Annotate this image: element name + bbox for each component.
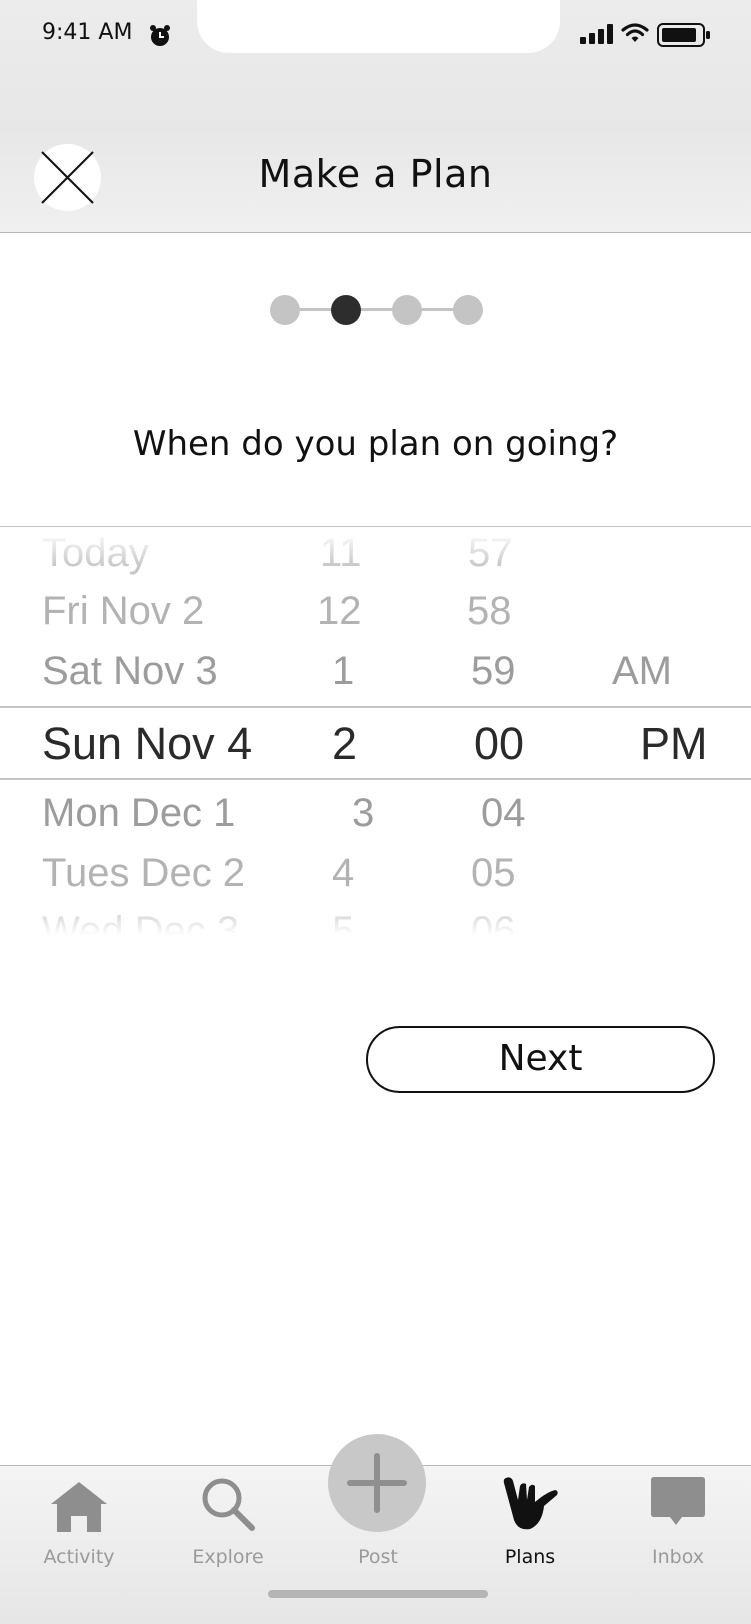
plus-icon <box>347 1453 407 1513</box>
picker-date: Fri Nov 2 <box>42 589 205 633</box>
progress-line <box>286 308 468 311</box>
picker-minute: 06 <box>471 909 516 941</box>
tab-inbox[interactable]: Inbox <box>618 1466 738 1576</box>
post-button[interactable] <box>328 1434 426 1532</box>
picker-date: Sun Nov 4 <box>42 718 253 769</box>
tab-activity[interactable]: Activity <box>19 1466 139 1576</box>
phone-screen: 9:41 AM Make a Plan When do you plan on … <box>0 0 751 1624</box>
picker-hour: 12 <box>317 589 362 633</box>
date-time-picker[interactable]: Today 11 57 Fri Nov 2 12 58 Sat Nov 3 1 … <box>0 526 751 941</box>
home-icon <box>51 1482 107 1532</box>
search-icon <box>202 1478 255 1531</box>
question-text: When do you plan on going? <box>132 424 619 464</box>
picker-date: Mon Dec 1 <box>42 791 236 835</box>
picker-row[interactable]: Sat Nov 3 1 59 AM <box>0 639 751 699</box>
picker-row[interactable]: Today 11 57 <box>0 527 751 581</box>
picker-minute: 58 <box>467 589 512 633</box>
page-title: Make a Plan <box>258 152 493 196</box>
next-button[interactable]: Next <box>366 1026 715 1093</box>
picker-period: AM <box>612 649 672 693</box>
tab-label: Activity <box>43 1546 115 1568</box>
tab-label: Inbox <box>652 1546 704 1568</box>
tab-label: Explore <box>192 1546 264 1568</box>
progress-dot-1 <box>270 295 300 325</box>
chat-bubble-icon <box>651 1477 705 1525</box>
shaka-hand-icon <box>503 1477 558 1530</box>
progress-dot-2 <box>331 295 361 325</box>
home-indicator[interactable] <box>268 1590 488 1598</box>
tab-plans[interactable]: Plans <box>470 1466 590 1576</box>
tab-label: Plans <box>504 1546 556 1568</box>
picker-row[interactable]: Fri Nov 2 12 58 <box>0 579 751 639</box>
picker-hour: 1 <box>332 649 355 693</box>
picker-row[interactable]: Wed Dec 3 5 06 <box>0 899 751 941</box>
cellular-signal-icon <box>580 24 613 44</box>
picker-minute: 00 <box>474 718 525 769</box>
step-progress <box>270 294 484 326</box>
picker-date: Tues Dec 2 <box>42 851 246 895</box>
progress-dot-3 <box>392 295 422 325</box>
picker-minute: 59 <box>471 649 516 693</box>
tab-label: Post <box>358 1546 398 1568</box>
picker-hour: 5 <box>332 909 355 941</box>
wifi-icon <box>621 23 649 42</box>
picker-minute: 57 <box>468 531 513 575</box>
picker-hour: 4 <box>332 851 355 895</box>
picker-date: Today <box>42 531 149 575</box>
header-bar: 9:41 AM Make a Plan <box>0 0 751 233</box>
tab-explore[interactable]: Explore <box>168 1466 288 1576</box>
picker-date: Sat Nov 3 <box>42 649 218 693</box>
picker-row[interactable]: Tues Dec 2 4 05 <box>0 841 751 901</box>
picker-minute: 05 <box>471 851 516 895</box>
picker-date: Wed Dec 3 <box>42 909 240 941</box>
device-notch <box>197 0 560 53</box>
picker-hour: 3 <box>352 791 375 835</box>
alarm-icon <box>150 25 170 46</box>
picker-row[interactable]: Mon Dec 1 3 04 <box>0 781 751 841</box>
battery-icon <box>657 23 710 47</box>
status-time: 9:41 AM <box>42 20 133 45</box>
picker-row-selected[interactable]: Sun Nov 4 2 00 PM <box>0 708 751 778</box>
progress-dot-4 <box>453 295 483 325</box>
picker-hour: 11 <box>320 531 362 575</box>
picker-minute: 04 <box>481 791 526 835</box>
picker-period: PM <box>640 718 708 769</box>
picker-hour: 2 <box>332 718 358 769</box>
